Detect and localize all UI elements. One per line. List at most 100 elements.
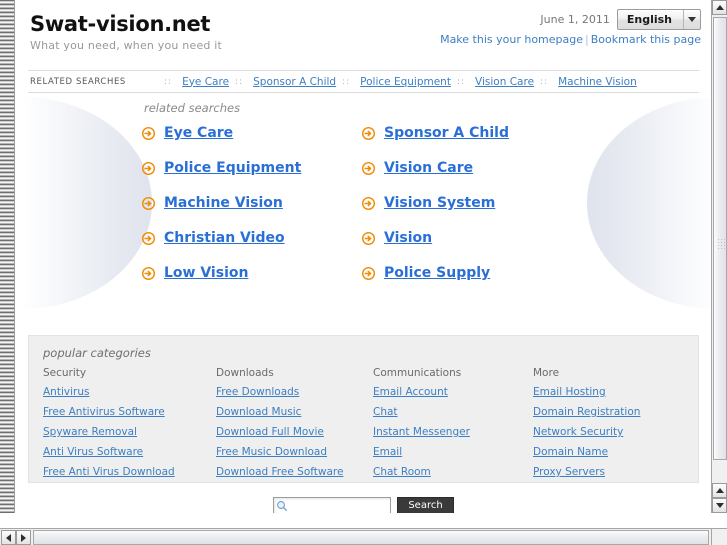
category-link-chat[interactable]: Chat <box>373 406 533 418</box>
category-link-email-account[interactable]: Email Account <box>373 386 533 398</box>
related-search-item[interactable]: Christian Video <box>142 230 362 246</box>
popular-categories-heading: popular categories <box>43 346 151 360</box>
related-searches-strip-label: RELATED SEARCHES <box>30 76 126 87</box>
arrow-circle-right-icon <box>362 266 375 280</box>
category-link-email-hosting[interactable]: Email Hosting <box>533 386 684 398</box>
related-search-link-vision[interactable]: Vision <box>384 230 432 246</box>
vertical-scroll-thumb[interactable] <box>713 17 727 460</box>
arrow-circle-right-icon <box>142 196 155 210</box>
triangle-down-icon <box>715 503 724 508</box>
triangle-up-icon <box>715 488 724 493</box>
strip-link-machine-vision[interactable]: Machine Vision <box>558 76 637 88</box>
strip-link-police-equipment[interactable]: Police Equipment <box>360 76 451 88</box>
category-link-download-free-software[interactable]: Download Free Software <box>216 466 373 478</box>
chevron-down-icon <box>683 10 700 29</box>
bottom-spacer <box>0 513 711 528</box>
category-link-spyware-removal[interactable]: Spyware Removal <box>43 426 216 438</box>
related-searches-panel: related searches Eye Care Sponsor A Chil… <box>16 93 711 281</box>
dot-separator: :: <box>164 76 173 87</box>
arrow-circle-right-icon <box>142 126 155 140</box>
category-link-anti-virus-software[interactable]: Anti Virus Software <box>43 446 216 458</box>
search-field-wrapper[interactable] <box>273 497 392 513</box>
search-button[interactable]: Search <box>397 497 454 513</box>
category-link-antivirus[interactable]: Antivirus <box>43 386 216 398</box>
category-link-proxy-servers[interactable]: Proxy Servers <box>533 466 684 478</box>
header-utility-links: Make this your homepage | Bookmark this pa… <box>440 33 701 46</box>
related-searches-heading: related searches <box>144 101 241 115</box>
category-column-downloads: Downloads Free Downloads Download Music … <box>216 367 373 486</box>
related-search-item[interactable]: Police Supply <box>362 265 582 281</box>
arrow-circle-right-icon <box>142 266 155 280</box>
strip-link-vision-care[interactable]: Vision Care <box>475 76 534 88</box>
related-search-item[interactable]: Vision Care <box>362 160 582 176</box>
language-selector[interactable]: English <box>616 9 701 30</box>
scroll-right-button[interactable] <box>16 530 31 545</box>
vertical-scrollbar[interactable] <box>711 0 727 513</box>
related-search-link-vision-system[interactable]: Vision System <box>384 195 495 211</box>
category-link-chat-room[interactable]: Chat Room <box>373 466 533 478</box>
related-search-item[interactable]: Machine Vision <box>142 195 362 211</box>
scrollbar-corner <box>711 528 727 545</box>
category-link-network-security[interactable]: Network Security <box>533 426 684 438</box>
arrow-circle-right-icon <box>362 231 375 245</box>
related-search-link-police-supply[interactable]: Police Supply <box>384 265 490 281</box>
horizontal-scrollbar[interactable] <box>0 528 711 545</box>
horizontal-scroll-thumb[interactable] <box>33 530 709 545</box>
scroll-up-button-secondary[interactable] <box>712 483 727 498</box>
arrow-circle-right-icon <box>362 126 375 140</box>
category-link-domain-registration[interactable]: Domain Registration <box>533 406 684 418</box>
related-search-item[interactable]: Vision System <box>362 195 582 211</box>
strip-link-eye-care[interactable]: Eye Care <box>182 76 229 88</box>
category-link-free-downloads[interactable]: Free Downloads <box>216 386 373 398</box>
scroll-left-button[interactable] <box>1 530 16 545</box>
category-link-email[interactable]: Email <box>373 446 533 458</box>
strip-item-cell: :: Machine Vision <box>534 76 637 88</box>
related-search-item[interactable]: Eye Care <box>142 125 362 141</box>
related-search-item[interactable]: Sponsor A Child <box>362 125 582 141</box>
scroll-down-button[interactable] <box>712 498 727 513</box>
related-search-link-sponsor-a-child[interactable]: Sponsor A Child <box>384 125 509 141</box>
related-search-item[interactable]: Police Equipment <box>142 160 362 176</box>
related-search-link-low-vision[interactable]: Low Vision <box>164 265 248 281</box>
bookmark-page-link[interactable]: Bookmark this page <box>591 33 701 46</box>
category-title: More <box>533 367 560 379</box>
page-viewport: Swat-vision.net What you need, when you … <box>16 0 711 513</box>
related-search-link-eye-care[interactable]: Eye Care <box>164 125 233 141</box>
strip-item-cell: :: Sponsor A Child <box>229 76 336 88</box>
category-link-free-anti-virus-download[interactable]: Free Anti Virus Download <box>43 466 216 478</box>
date-and-language-row: June 1, 2011 English <box>440 9 701 30</box>
make-homepage-link[interactable]: Make this your homepage <box>440 33 583 46</box>
link-separator: | <box>585 33 589 46</box>
strip-link-sponsor-a-child[interactable]: Sponsor A Child <box>253 76 336 88</box>
category-link-domain-name[interactable]: Domain Name <box>533 446 684 458</box>
related-search-item[interactable]: Low Vision <box>142 265 362 281</box>
page-header: Swat-vision.net What you need, when you … <box>16 0 711 70</box>
arrow-circle-right-icon <box>142 161 155 175</box>
related-search-item[interactable]: Vision <box>362 230 582 246</box>
related-search-link-machine-vision[interactable]: Machine Vision <box>164 195 283 211</box>
category-title: Downloads <box>216 367 274 379</box>
strip-item-cell: :: Police Equipment <box>336 76 451 88</box>
category-column-communications: Communications Email Account Chat Instan… <box>373 367 533 486</box>
related-search-link-police-equipment[interactable]: Police Equipment <box>164 160 301 176</box>
main-content: related searches Eye Care Sponsor A Chil… <box>16 93 711 329</box>
category-link-download-music[interactable]: Download Music <box>216 406 373 418</box>
scroll-up-button[interactable] <box>712 0 727 15</box>
search-icon <box>277 501 288 512</box>
browser-window: Swat-vision.net What you need, when you … <box>0 0 727 545</box>
category-link-instant-messenger[interactable]: Instant Messenger <box>373 426 533 438</box>
dot-separator: :: <box>456 76 466 87</box>
triangle-left-icon <box>6 533 11 542</box>
category-link-free-antivirus-software[interactable]: Free Antivirus Software <box>43 406 216 418</box>
dot-separator: :: <box>540 76 549 87</box>
strip-item-cell: :: Eye Care <box>158 76 229 88</box>
category-link-download-full-movie[interactable]: Download Full Movie <box>216 426 373 438</box>
related-search-link-vision-care[interactable]: Vision Care <box>384 160 473 176</box>
search-bar: Search <box>16 497 711 513</box>
related-search-link-christian-video[interactable]: Christian Video <box>164 230 285 246</box>
popular-categories-panel: popular categories Security Antivirus Fr… <box>28 335 699 483</box>
category-link-free-music-download[interactable]: Free Music Download <box>216 446 373 458</box>
current-date: June 1, 2011 <box>540 13 610 26</box>
search-input[interactable] <box>290 499 391 512</box>
arrow-circle-right-icon <box>362 161 375 175</box>
